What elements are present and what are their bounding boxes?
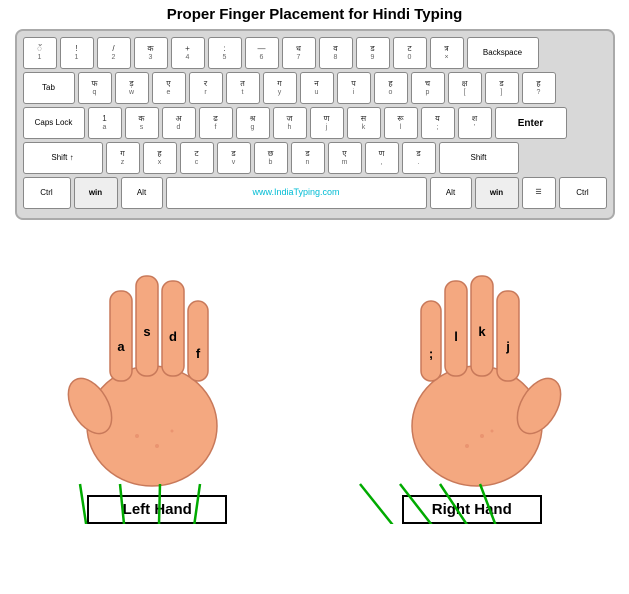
key-space[interactable]: www.IndiaTyping.com xyxy=(166,177,427,209)
key-p[interactable]: चp xyxy=(411,72,445,104)
key-q[interactable]: फq xyxy=(78,72,112,104)
left-hand-label: Left Hand xyxy=(87,495,227,524)
key-ctrl-left[interactable]: Ctrl xyxy=(23,177,71,209)
key-7[interactable]: ध7 xyxy=(282,37,316,69)
key-8[interactable]: व8 xyxy=(319,37,353,69)
key-shift-left[interactable]: Shift ↑ xyxy=(23,142,103,174)
svg-text:d: d xyxy=(169,329,177,344)
svg-text:f: f xyxy=(196,346,201,361)
svg-text:;: ; xyxy=(429,346,433,361)
key-row-4: Shift ↑ गz हx टc डv छb डn एm ण, ड. Shift xyxy=(23,142,607,174)
key-win-right[interactable]: win xyxy=(475,177,519,209)
key-quote[interactable]: श' xyxy=(458,107,492,139)
svg-text:a: a xyxy=(118,339,126,354)
key-menu[interactable]: ☰ xyxy=(522,177,556,209)
key-alt-right[interactable]: Alt xyxy=(430,177,472,209)
key-rbracket[interactable]: ड] xyxy=(485,72,519,104)
key-r[interactable]: रr xyxy=(189,72,223,104)
key-0[interactable]: ट0 xyxy=(393,37,427,69)
key-e[interactable]: एe xyxy=(152,72,186,104)
key-6[interactable]: —6 xyxy=(245,37,279,69)
key-x[interactable]: हx xyxy=(143,142,177,174)
key-backspace[interactable]: Backspace xyxy=(467,37,539,69)
key-k[interactable]: सk xyxy=(347,107,381,139)
key-ctrl-right[interactable]: Ctrl xyxy=(559,177,607,209)
key-1[interactable]: !1 xyxy=(60,37,94,69)
key-b[interactable]: छb xyxy=(254,142,288,174)
key-shift-right[interactable]: Shift xyxy=(439,142,519,174)
svg-text:k: k xyxy=(478,324,486,339)
key-d[interactable]: अd xyxy=(162,107,196,139)
key-o[interactable]: हo xyxy=(374,72,408,104)
right-hand-label: Right Hand xyxy=(402,495,542,524)
left-hand-svg: a s d f xyxy=(62,251,252,491)
key-l[interactable]: रूl xyxy=(384,107,418,139)
right-hand-svg: j k l ; xyxy=(377,251,567,491)
page-title: Proper Finger Placement for Hindi Typing xyxy=(0,0,629,27)
key-j[interactable]: णj xyxy=(310,107,344,139)
key-row-2: Tab फq ड़w एe रr तt गy नu पi हo चp क्ष[ … xyxy=(23,72,607,104)
key-z[interactable]: गz xyxy=(106,142,140,174)
key-backslash[interactable]: ह? xyxy=(522,72,556,104)
key-u[interactable]: नu xyxy=(300,72,334,104)
key-tab[interactable]: Tab xyxy=(23,72,75,104)
key-backtick[interactable]: ॅ1 xyxy=(23,37,57,69)
key-minus[interactable]: त्र× xyxy=(430,37,464,69)
key-win-left[interactable]: win xyxy=(74,177,118,209)
key-h[interactable]: जh xyxy=(273,107,307,139)
right-hand-wrapper: j k l ; Right Hand xyxy=(377,251,567,524)
key-g[interactable]: श्रg xyxy=(236,107,270,139)
key-row-5: Ctrl win Alt www.IndiaTyping.com Alt win… xyxy=(23,177,607,209)
key-row-3: Caps Lock 1a कs अd ढf श्रg जh णj सk रूl … xyxy=(23,107,607,139)
svg-text:s: s xyxy=(144,324,151,339)
keyboard-section: ॅ1 !1 /2 क3 +4 :5 —6 ध7 व8 ड9 ट0 त्र× Ba… xyxy=(15,29,615,220)
key-comma[interactable]: ण, xyxy=(365,142,399,174)
key-row-1: ॅ1 !1 /2 क3 +4 :5 —6 ध7 व8 ड9 ट0 त्र× Ba… xyxy=(23,37,607,69)
key-9[interactable]: ड9 xyxy=(356,37,390,69)
key-enter[interactable]: Enter xyxy=(495,107,567,139)
key-y[interactable]: गy xyxy=(263,72,297,104)
key-t[interactable]: तt xyxy=(226,72,260,104)
left-hand-wrapper: a s d f Left Hand xyxy=(62,251,252,524)
key-w[interactable]: ड़w xyxy=(115,72,149,104)
key-n[interactable]: डn xyxy=(291,142,325,174)
key-i[interactable]: पi xyxy=(337,72,371,104)
key-lbracket[interactable]: क्ष[ xyxy=(448,72,482,104)
key-capslock[interactable]: Caps Lock xyxy=(23,107,85,139)
svg-text:j: j xyxy=(505,339,510,354)
key-2[interactable]: /2 xyxy=(97,37,131,69)
key-v[interactable]: डv xyxy=(217,142,251,174)
key-semicolon[interactable]: य; xyxy=(421,107,455,139)
key-a[interactable]: 1a xyxy=(88,107,122,139)
key-s[interactable]: कs xyxy=(125,107,159,139)
keyboard: ॅ1 !1 /2 क3 +4 :5 —6 ध7 व8 ड9 ट0 त्र× Ba… xyxy=(15,29,615,220)
key-3[interactable]: क3 xyxy=(134,37,168,69)
key-m[interactable]: एm xyxy=(328,142,362,174)
key-alt-left[interactable]: Alt xyxy=(121,177,163,209)
svg-text:l: l xyxy=(454,329,458,344)
key-period[interactable]: ड. xyxy=(402,142,436,174)
key-f[interactable]: ढf xyxy=(199,107,233,139)
key-5[interactable]: :5 xyxy=(208,37,242,69)
key-4[interactable]: +4 xyxy=(171,37,205,69)
hands-section: a s d f Left Hand j xyxy=(0,224,629,524)
key-c[interactable]: टc xyxy=(180,142,214,174)
